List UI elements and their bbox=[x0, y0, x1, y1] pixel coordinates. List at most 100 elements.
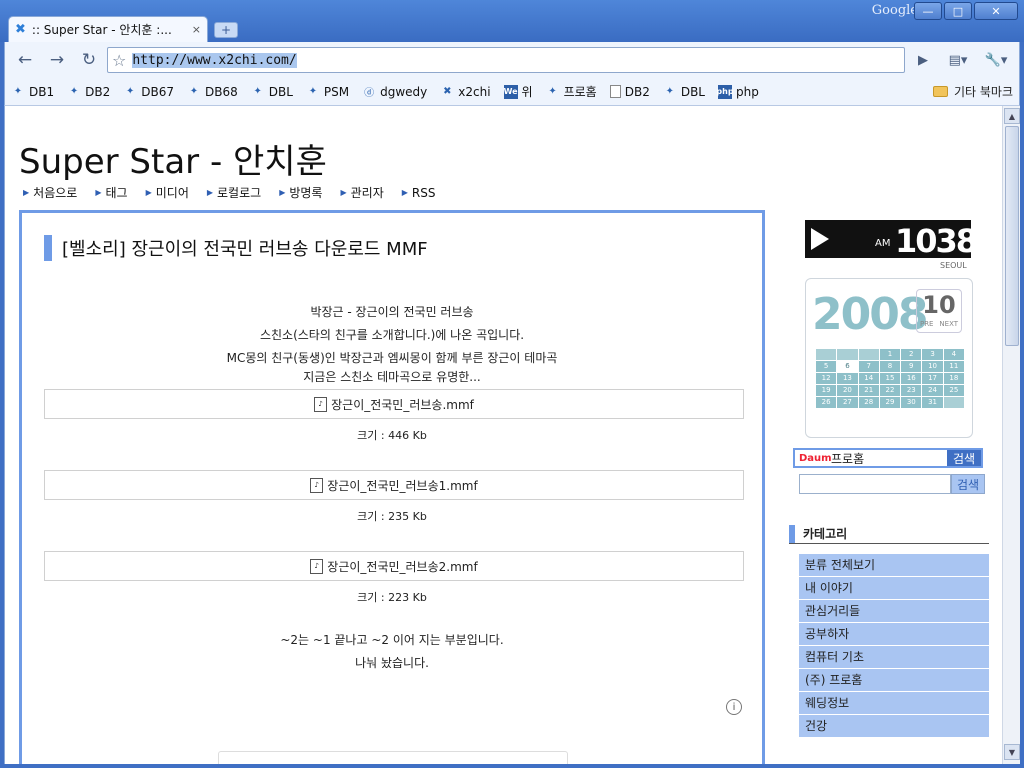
calendar-day[interactable]: 6 bbox=[837, 361, 858, 372]
nav-item[interactable]: ▶ 미디어 bbox=[146, 184, 189, 201]
calendar-day[interactable]: 10 bbox=[922, 361, 943, 372]
category-item[interactable]: 건강 bbox=[799, 715, 989, 737]
go-button[interactable]: ▶ bbox=[909, 47, 937, 73]
category-item[interactable]: 컴퓨터 기초 bbox=[799, 646, 989, 668]
nav-item[interactable]: ▶ 관리자 bbox=[340, 184, 383, 201]
scroll-thumb[interactable] bbox=[1005, 126, 1019, 346]
daum-search-button[interactable]: 검색 bbox=[947, 450, 981, 466]
file-attachment[interactable]: ♪ 장근이_전국민_러브송.mmf bbox=[44, 389, 744, 419]
calendar-day[interactable]: 23 bbox=[901, 385, 922, 396]
nav-item[interactable]: ▶ 방명록 bbox=[279, 184, 322, 201]
calendar-day[interactable]: 12 bbox=[816, 373, 837, 384]
calendar-day[interactable]: 2 bbox=[901, 349, 922, 360]
bookmark-item[interactable]: ✦ PSM bbox=[306, 85, 349, 99]
bookmark-label: DB2 bbox=[624, 84, 650, 99]
category-item[interactable]: 분류 전체보기 bbox=[799, 554, 989, 576]
calendar-day[interactable]: 14 bbox=[858, 373, 879, 384]
calendar-day[interactable]: 28 bbox=[858, 397, 879, 408]
nav-item-label: 관리자 bbox=[350, 186, 384, 200]
url-text[interactable]: http://www.x2chi.com/ bbox=[132, 52, 297, 68]
bookmark-item[interactable]: ✦ DB1 bbox=[11, 85, 54, 99]
category-item[interactable]: 웨딩정보 bbox=[799, 692, 989, 714]
other-bookmarks-button[interactable]: 기타 북마크 bbox=[932, 83, 1013, 100]
tools-menu-button[interactable]: 🔧▾ bbox=[979, 47, 1013, 73]
file-attachment[interactable]: ♪ 장근이_전국민_러브송2.mmf bbox=[44, 551, 744, 581]
calendar-day[interactable]: 1 bbox=[879, 349, 901, 360]
bookmark-item[interactable]: php php bbox=[716, 84, 759, 99]
bookmark-item[interactable]: ✦ DB68 bbox=[187, 85, 238, 99]
calendar-day[interactable]: 9 bbox=[901, 361, 922, 372]
nav-item[interactable]: ▶ RSS bbox=[402, 184, 436, 201]
calendar-day[interactable]: 5 bbox=[816, 361, 837, 372]
daum-search-box[interactable]: Daum 프로홈 검색 bbox=[793, 448, 983, 468]
file-name[interactable]: 장근이_전국민_러브송2.mmf bbox=[327, 558, 477, 575]
reload-button[interactable]: ↻ bbox=[75, 47, 103, 73]
page-menu-button[interactable]: ▤▾ bbox=[941, 47, 975, 73]
calendar-day[interactable]: 18 bbox=[943, 373, 964, 384]
bookmark-item[interactable]: ✦ DBL bbox=[251, 85, 293, 99]
bookmark-item[interactable]: ✦ DB2 bbox=[67, 85, 110, 99]
tab-close-icon[interactable]: × bbox=[192, 23, 201, 36]
blog-title[interactable]: Super Star - 안치훈 bbox=[19, 134, 327, 183]
minimize-button[interactable]: — bbox=[914, 2, 942, 20]
daum-search-input[interactable]: 프로홈 bbox=[831, 450, 947, 467]
calendar-day[interactable]: 13 bbox=[837, 373, 858, 384]
file-icon: ♪ bbox=[310, 558, 324, 574]
category-item[interactable]: 관심거리들 bbox=[799, 600, 989, 622]
file-attachment[interactable]: ♪ 장근이_전국민_러브송1.mmf bbox=[44, 470, 744, 500]
bookmark-star-icon[interactable]: ☆ bbox=[112, 51, 126, 70]
forward-button[interactable]: → bbox=[43, 47, 71, 73]
calendar-day[interactable]: 7 bbox=[858, 361, 879, 372]
db-icon: ✦ bbox=[665, 86, 675, 97]
calendar-day[interactable]: 21 bbox=[858, 385, 879, 396]
post-footer-line: ~2는 ~1 끝나고 ~2 이어 지는 부분입니다. bbox=[280, 633, 504, 647]
calendar-day[interactable]: 29 bbox=[879, 397, 901, 408]
calendar-day[interactable]: 24 bbox=[922, 385, 943, 396]
calendar-day[interactable]: 20 bbox=[837, 385, 858, 396]
calendar-day[interactable]: 26 bbox=[816, 397, 837, 408]
calendar-next-button[interactable]: NEXT bbox=[939, 320, 958, 328]
bookmark-item[interactable]: ✦ 프로홈 bbox=[546, 83, 596, 100]
nav-item[interactable]: ▶ 로컬로그 bbox=[207, 184, 261, 201]
calendar-day[interactable]: 17 bbox=[922, 373, 943, 384]
calendar-prev-button[interactable]: PRE bbox=[920, 320, 934, 328]
bookmark-item[interactable]: ⓓ dgwedy bbox=[362, 85, 427, 100]
bookmark-label: DB68 bbox=[204, 84, 238, 99]
address-bar[interactable]: ☆ http://www.x2chi.com/ bbox=[107, 47, 905, 73]
bookmark-item[interactable]: DB2 bbox=[609, 84, 650, 99]
category-item[interactable]: 공부하자 bbox=[799, 623, 989, 645]
calendar-day[interactable]: 4 bbox=[943, 349, 964, 360]
calendar-day[interactable]: 27 bbox=[837, 397, 858, 408]
file-name[interactable]: 장근이_전국민_러브송1.mmf bbox=[327, 477, 477, 494]
category-item[interactable]: 내 이야기 bbox=[799, 577, 989, 599]
blog-search-button[interactable]: 검색 bbox=[951, 474, 985, 494]
calendar-day[interactable]: 8 bbox=[879, 361, 901, 372]
maximize-button[interactable]: □ bbox=[944, 2, 972, 20]
nav-item[interactable]: ▶ 태그 bbox=[95, 184, 127, 201]
calendar-day[interactable]: 30 bbox=[901, 397, 922, 408]
back-button[interactable]: ← bbox=[11, 47, 39, 73]
file-name[interactable]: 장근이_전국민_러브송.mmf bbox=[331, 396, 474, 413]
scroll-up-icon[interactable]: ▲ bbox=[1004, 108, 1020, 124]
calendar-day[interactable]: 15 bbox=[879, 373, 901, 384]
blog-search-input[interactable] bbox=[799, 474, 951, 494]
category-item[interactable]: (주) 프로홈 bbox=[799, 669, 989, 691]
bookmark-item[interactable]: ✦ DB67 bbox=[123, 85, 174, 99]
bookmark-item[interactable]: We 위 bbox=[503, 83, 533, 100]
calendar-day[interactable]: 25 bbox=[943, 385, 964, 396]
nav-item[interactable]: ▶ 처음으로 bbox=[23, 184, 77, 201]
new-tab-button[interactable]: + bbox=[214, 22, 238, 38]
calendar-day[interactable]: 11 bbox=[943, 361, 964, 372]
info-icon[interactable]: i bbox=[726, 699, 742, 715]
browser-tab[interactable]: ✖ :: Super Star - 안치훈 :... × bbox=[8, 16, 208, 42]
bookmark-item[interactable]: ✖ x2chi bbox=[440, 85, 490, 99]
vertical-scrollbar[interactable]: ▲ ▼ bbox=[1002, 106, 1020, 764]
bookmark-item[interactable]: ✦ DBL bbox=[663, 85, 705, 99]
scroll-down-icon[interactable]: ▼ bbox=[1004, 744, 1020, 760]
calendar-day[interactable]: 31 bbox=[922, 397, 943, 408]
calendar-day[interactable]: 19 bbox=[816, 385, 837, 396]
close-window-button[interactable]: ✕ bbox=[974, 2, 1018, 20]
calendar-day[interactable]: 16 bbox=[901, 373, 922, 384]
calendar-day[interactable]: 3 bbox=[922, 349, 943, 360]
calendar-day[interactable]: 22 bbox=[879, 385, 901, 396]
